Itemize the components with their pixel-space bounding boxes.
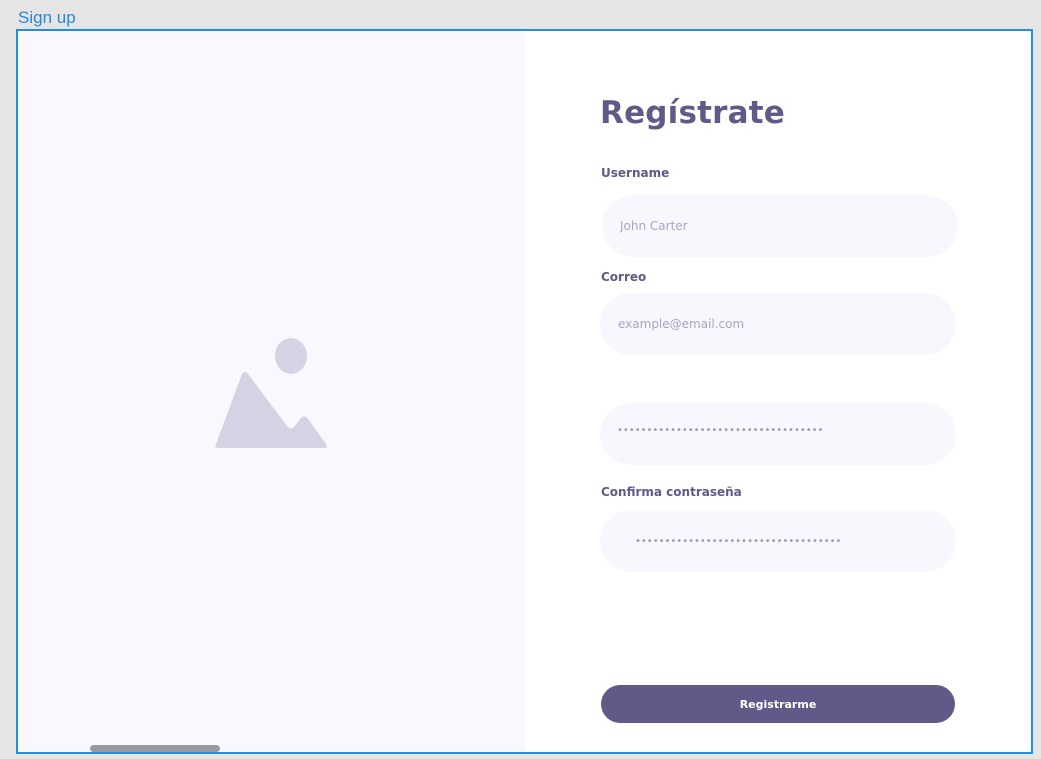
image-placeholder-icon (215, 338, 327, 448)
confirm-password-input[interactable]: ••••••••••••••••••••••••••••••••••• (600, 510, 956, 572)
email-input[interactable] (600, 293, 956, 355)
form-panel: Regístrate Username Correo •••••••••••••… (525, 31, 1031, 752)
register-button[interactable]: Registrarme (601, 685, 955, 723)
page-title: Regístrate (600, 95, 786, 131)
password-mask: ••••••••••••••••••••••••••••••••••• (617, 425, 824, 436)
horizontal-scrollbar-thumb[interactable] (90, 745, 220, 752)
confirm-password-mask: ••••••••••••••••••••••••••••••••••• (635, 536, 842, 547)
username-label: Username (601, 166, 670, 180)
username-input[interactable] (602, 195, 958, 257)
password-input[interactable]: ••••••••••••••••••••••••••••••••••• (600, 403, 956, 465)
image-panel (18, 31, 525, 752)
confirm-password-label: Confirma contraseña (601, 485, 742, 499)
signup-frame: Regístrate Username Correo •••••••••••••… (16, 29, 1033, 754)
email-label: Correo (601, 270, 647, 284)
frame-label: Sign up (18, 8, 76, 27)
